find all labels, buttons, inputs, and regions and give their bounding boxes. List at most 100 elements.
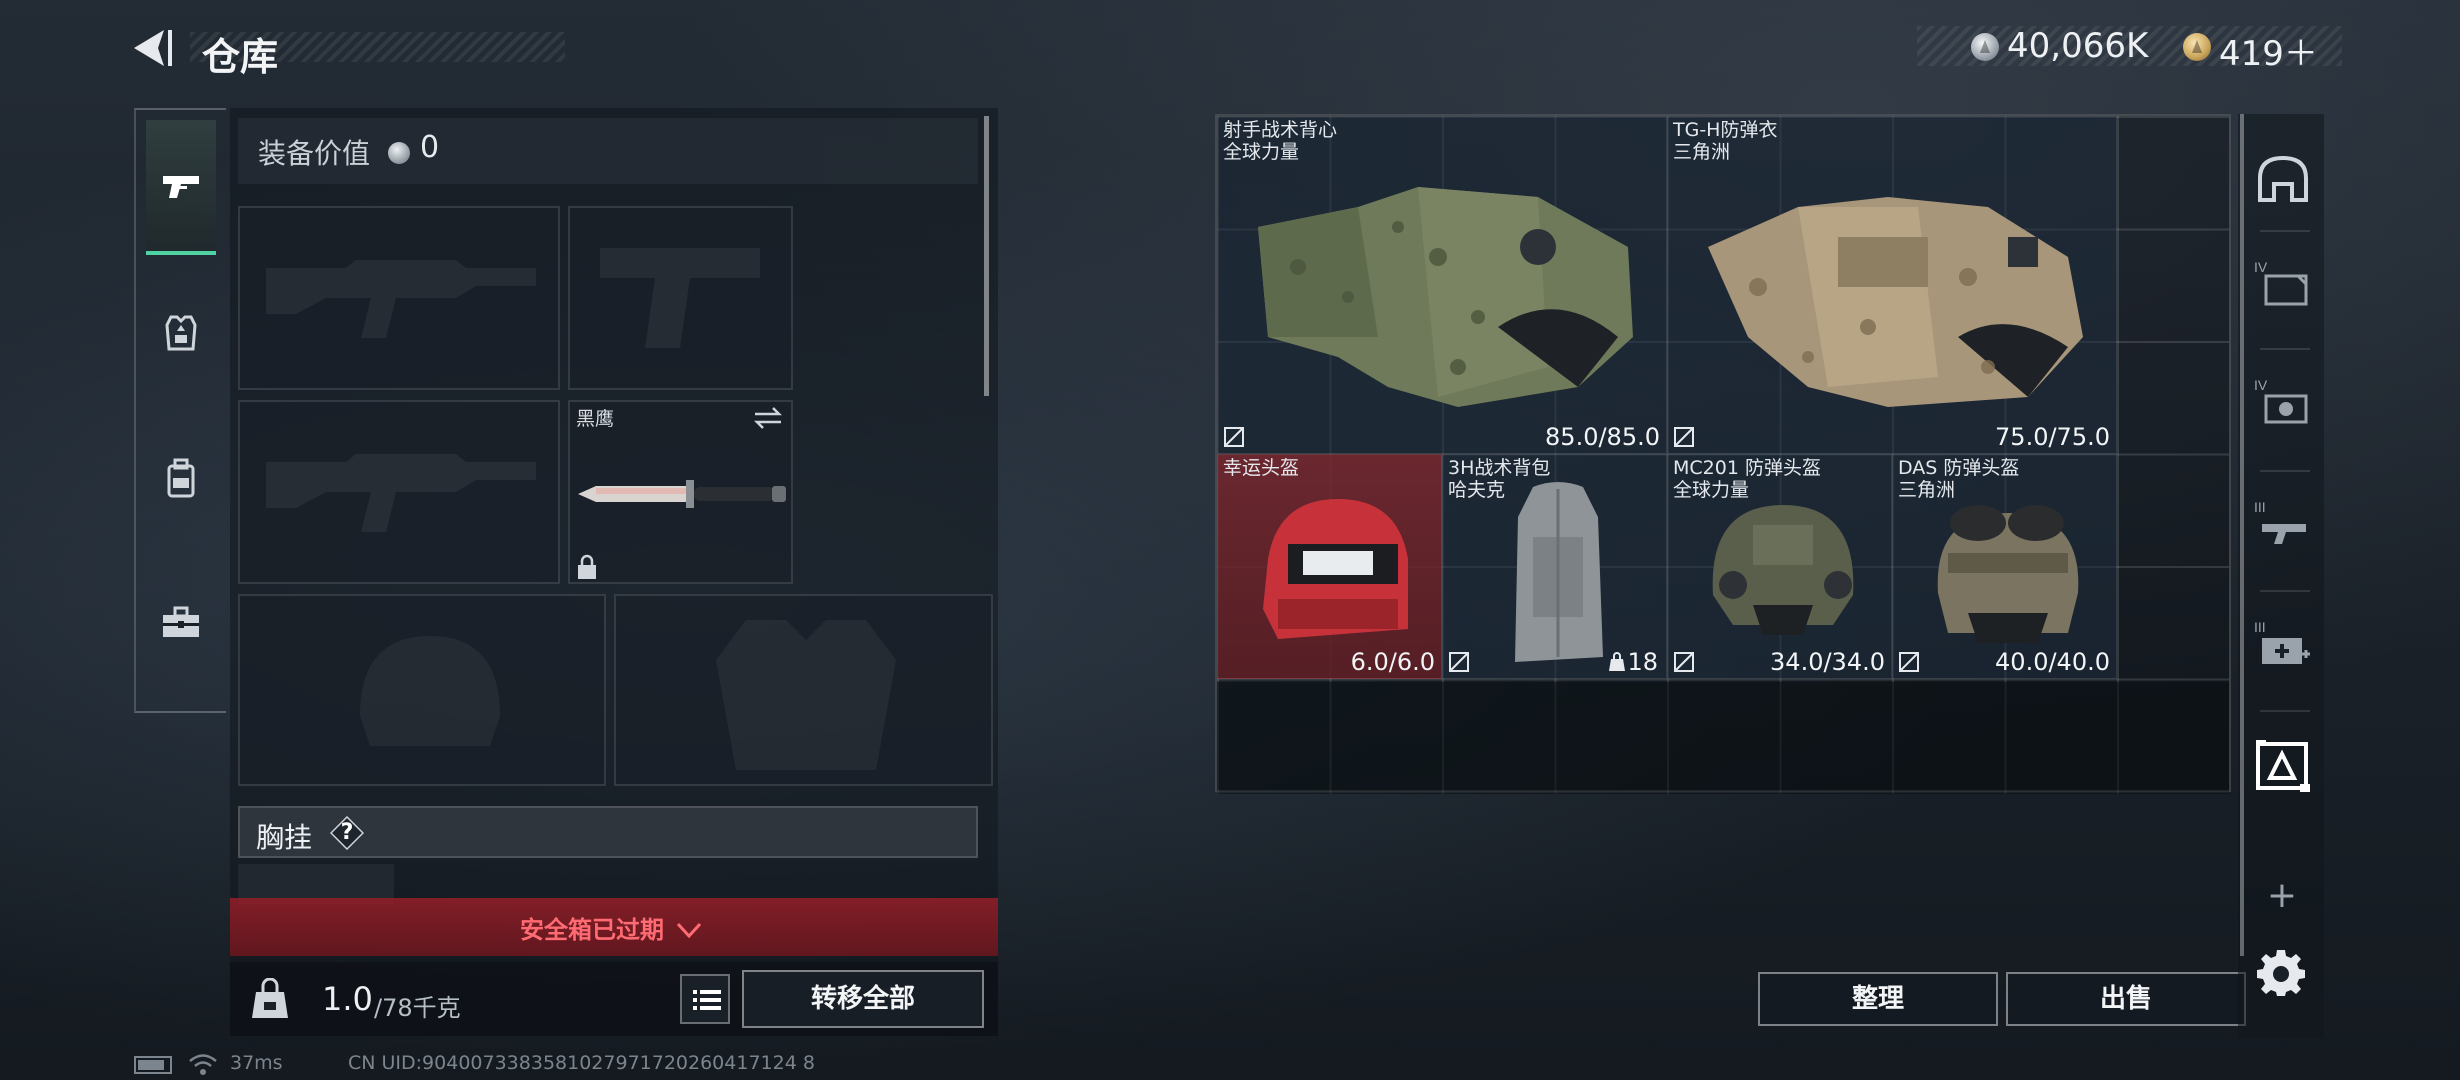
tab-toolbox[interactable] (146, 555, 216, 690)
wifi-icon (189, 1054, 217, 1075)
swap-icon[interactable] (753, 406, 783, 430)
helmet-silhouette-icon (360, 636, 500, 746)
melee-slot[interactable]: 黑鹰 (568, 400, 793, 584)
svg-text:IV: IV (2254, 377, 2268, 393)
weapon-iii-icon: III (2254, 499, 2306, 544)
item-name: MC201 防弹头盔 (1673, 457, 1821, 479)
currency-bar: 40,066K 419＋ (1917, 26, 2342, 74)
armor-icon (165, 315, 197, 350)
primary-weapon-slot[interactable] (238, 206, 560, 390)
back-arrow-icon[interactable] (130, 28, 174, 68)
equipment-value-label: 装备价值 (258, 137, 371, 170)
rifle-silhouette-icon (266, 454, 536, 532)
helmet-slot[interactable] (238, 594, 606, 786)
item-durability: 75.0/75.0 (1995, 423, 2110, 451)
battery-icon (134, 1056, 172, 1074)
sell-button[interactable]: 出售 (2006, 972, 2246, 1026)
silver-amount: 40,066K (2007, 26, 2149, 66)
melee-name: 黑鹰 (576, 408, 615, 430)
weight-bar: 1.0 /78千克 转移全部 (230, 962, 998, 1036)
chest-rig-section[interactable]: 胸挂 ? (238, 806, 978, 858)
red-helmet-icon (1263, 499, 1408, 639)
stash-item-3h-backpack[interactable]: 3H战术背包 哈夫克 18 (1442, 454, 1667, 679)
helmet-slot-icon (2258, 155, 2308, 202)
rail-separator (2260, 590, 2310, 592)
ping-readout: 37ms (230, 1052, 283, 1074)
rail-helmet-slot[interactable] (2252, 150, 2314, 212)
chest-rig-label: 胸挂 (256, 821, 313, 854)
body-armor-slot[interactable] (614, 594, 993, 786)
vest-iv-icon: IV (2254, 377, 2308, 424)
equipment-scrollbar[interactable] (984, 116, 989, 396)
item-faction: 全球力量 (1223, 141, 1300, 163)
item-name: DAS 防弹头盔 (1898, 457, 2020, 479)
armor-iv-icon: IV (2254, 259, 2308, 306)
no-insurance-icon (1674, 427, 1694, 447)
safe-box-expired-banner[interactable]: 安全箱已过期 (230, 898, 998, 956)
svg-text:III: III (2254, 499, 2266, 515)
equipment-value-bar: 装备价值 0 (238, 118, 978, 184)
tactical-helmet-icon (1712, 505, 1854, 635)
vest-camo-green-icon (1258, 187, 1633, 407)
svg-text:III: III (2254, 619, 2266, 635)
pistol-slot[interactable] (568, 206, 793, 390)
armor-camo-tan-icon (1708, 197, 2083, 407)
rail-armor-iv[interactable]: IV (2252, 254, 2314, 316)
goggle-helmet-icon (1937, 505, 2079, 643)
category-rail (134, 108, 226, 713)
rail-delta-box[interactable] (2252, 734, 2314, 796)
gold-amount[interactable]: 419＋ (2219, 26, 2318, 75)
medkit-iii-icon: III (2254, 619, 2310, 664)
user-uid: CN UID:9040073383581027971720260417124 8 (348, 1052, 815, 1074)
tab-backpack[interactable] (146, 410, 216, 545)
silver-coin-icon (1971, 33, 1999, 61)
item-durability: 85.0/85.0 (1545, 423, 1660, 451)
chevron-down-icon (676, 922, 702, 939)
duffel-backpack-icon (1515, 482, 1603, 662)
weight-capacity: /78千克 (374, 994, 461, 1022)
rail-medkit-iii[interactable]: III (2252, 614, 2314, 676)
item-name: TG-H防弹衣 (1673, 119, 1778, 141)
pistol-icon (163, 175, 199, 198)
stash-item-tgh-armor[interactable]: TG-H防弹衣 三角洲 75.0/75.0 (1667, 116, 2117, 454)
sort-button[interactable]: 整理 (1758, 972, 1998, 1026)
stash-item-das-helmet[interactable]: DAS 防弹头盔 三角洲 40.0/40.0 (1892, 454, 2117, 679)
no-insurance-icon (1674, 652, 1694, 672)
armor-silhouette-icon (716, 620, 896, 770)
rifle-silhouette-icon (266, 260, 536, 338)
svg-text:IV: IV (2254, 259, 2268, 275)
header: 仓库 (130, 28, 565, 79)
rail-separator (2260, 348, 2310, 350)
stash-item-mc201-helmet[interactable]: MC201 防弹头盔 全球力量 34.0/34.0 (1667, 454, 1892, 679)
rail-weapon-iii[interactable]: III (2252, 494, 2314, 556)
lock-icon (578, 554, 596, 579)
no-insurance-icon (1449, 652, 1469, 672)
help-icon[interactable]: ? (330, 816, 364, 850)
tab-armor[interactable] (146, 265, 216, 400)
list-icon (693, 990, 721, 1010)
transfer-all-button[interactable]: 转移全部 (742, 970, 984, 1028)
item-faction: 三角洲 (1673, 141, 1731, 163)
toolbox-icon (163, 606, 199, 637)
tab-weapons[interactable] (146, 120, 216, 255)
equipment-value: 0 (420, 130, 440, 165)
secondary-weapon-slot[interactable] (238, 400, 560, 584)
rail-separator (2260, 710, 2310, 712)
capacity-bag-icon (1609, 652, 1625, 671)
stash-item-marksman-vest[interactable]: 射手战术背心 全球力量 85.0/85.0 (1217, 116, 1667, 454)
pistol-silhouette-icon (600, 248, 760, 348)
gold-coin-icon (2183, 33, 2211, 61)
weight-kg-icon (252, 978, 288, 1018)
item-name: 射手战术背心 (1223, 119, 1338, 141)
stash-item-lucky-helmet[interactable]: 幸运头盔 6.0/6.0 (1217, 454, 1442, 679)
silver-coin-icon (388, 142, 410, 164)
item-durability: 6.0/6.0 (1350, 648, 1435, 676)
list-view-button[interactable] (680, 974, 730, 1024)
item-durability: 34.0/34.0 (1770, 648, 1885, 676)
item-capacity: 18 (1627, 648, 1658, 676)
rail-vest-iv[interactable]: IV (2252, 372, 2314, 434)
stash-scrollbar[interactable] (2240, 114, 2244, 956)
stash-bottom-row (1217, 682, 2229, 794)
gear-icon[interactable] (2256, 947, 2306, 997)
add-stash-button[interactable]: + (2260, 874, 2304, 918)
